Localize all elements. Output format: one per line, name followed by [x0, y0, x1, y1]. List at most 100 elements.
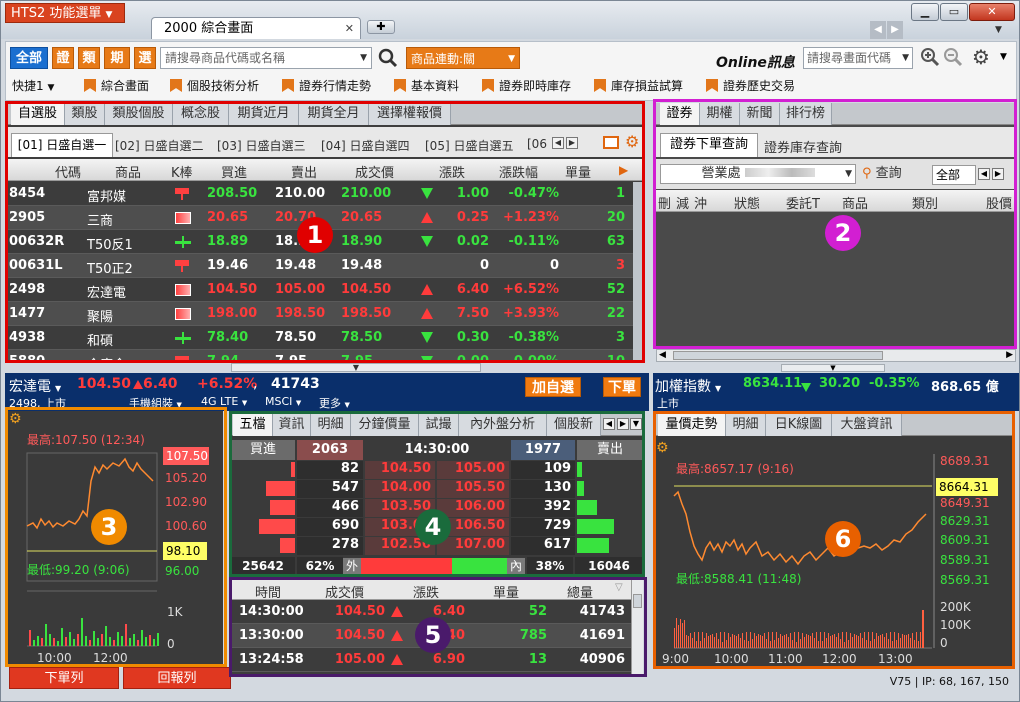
ticks-scrollbar[interactable] — [631, 580, 643, 676]
col-ask[interactable]: 賣出 — [291, 162, 317, 181]
order-button[interactable]: 下單 — [603, 377, 641, 397]
col-reduce[interactable]: 減 — [676, 193, 689, 212]
col-unit-volume[interactable]: 單量 — [493, 582, 519, 601]
splitter-handle-horizontal[interactable]: ▼ — [231, 363, 481, 372]
subtab-list-6[interactable]: [06 — [527, 137, 549, 151]
tab-scroll-right-button[interactable]: ▶ — [887, 21, 903, 39]
page-search-input[interactable]: 請搜尋畫面代碼 ▼ — [803, 47, 913, 69]
query-button[interactable]: ⚲ 查詢 — [862, 164, 922, 184]
table-row[interactable]: 1477 聚陽 198.00 198.50 198.50 7.50 +3.93% 22 — [7, 302, 633, 326]
subtab-list-2[interactable]: [02] 日盛自選二 — [115, 137, 203, 154]
col-code[interactable]: 代碼 — [55, 162, 81, 181]
table-row[interactable]: 00631L T50正2 19.46 19.48 19.48 0 0 3 — [7, 254, 633, 278]
orders-hscrollbar[interactable]: ◀ ▶ — [656, 349, 1016, 362]
col-time[interactable]: 時間 — [255, 582, 281, 601]
zoom-out-icon[interactable] — [943, 47, 963, 71]
splitter-handle-right[interactable]: ▼ — [781, 364, 885, 372]
minimize-button[interactable]: ▁ — [911, 3, 939, 21]
col-change[interactable]: 漲跌 — [439, 162, 465, 181]
search-input[interactable]: 請搜尋商品代碼或名稱 ▼ — [160, 47, 372, 69]
tab-watchlist[interactable]: 自選股 — [11, 103, 65, 125]
watchlist-scrollbar[interactable] — [633, 182, 643, 361]
category-futures-button[interactable]: 期 — [104, 47, 130, 69]
subtab-next-button[interactable]: ▶ — [566, 137, 578, 149]
tab-sector[interactable]: 類股 — [65, 103, 105, 125]
quick-link-technical[interactable]: 個股技術分析 — [170, 78, 259, 94]
tab-info[interactable]: 資訊 — [273, 414, 311, 436]
maximize-button[interactable]: ▭ — [940, 3, 968, 21]
quick-link-trend[interactable]: 證券行情走勢 — [282, 78, 371, 94]
close-window-button[interactable]: ✕ — [969, 3, 1015, 21]
category-stock-button[interactable]: 證 — [52, 47, 74, 69]
book-row[interactable]: 82 104.50 105.00 109 — [231, 460, 643, 479]
tag-msci[interactable]: MSCI ▼ — [265, 395, 301, 408]
quick-set-selector[interactable]: 快捷1 ▼ — [12, 78, 54, 96]
add-tab-button[interactable]: ✚ — [367, 20, 395, 34]
quick-link-history[interactable]: 證券歷史交易 — [706, 78, 795, 94]
online-message-label[interactable]: Online訊息 — [716, 52, 795, 72]
quick-link-inventory[interactable]: 證券即時庫存 — [482, 78, 571, 94]
table-row[interactable]: 4938 和碩 78.40 78.50 78.50 0.30 -0.38% 3 — [7, 326, 633, 350]
stock-name-selector[interactable]: 宏達電 ▼ — [9, 376, 61, 396]
index-name-selector[interactable]: 加權指數 ▼ — [655, 376, 721, 396]
tabs-prev-button[interactable]: ◀ — [603, 418, 615, 430]
subtab-inventory-query[interactable]: 證券庫存查詢 — [764, 137, 842, 156]
col-product[interactable]: 商品 — [842, 193, 868, 212]
tab-scroll-left-button[interactable]: ◀ — [870, 21, 886, 39]
export-icon[interactable] — [603, 136, 619, 149]
window-options-icon[interactable]: ▼ — [995, 25, 1002, 35]
col-name[interactable]: 商品 — [115, 162, 141, 181]
subtab-prev-button[interactable]: ◀ — [552, 137, 564, 149]
scroll-thumb[interactable] — [673, 351, 883, 360]
scroll-thumb[interactable] — [633, 594, 642, 608]
close-icon[interactable]: ✕ — [345, 18, 354, 40]
subtab-list-3[interactable]: [03] 日盛自選三 — [217, 137, 305, 154]
subtab-list-1[interactable]: [01] 日盛自選一 — [11, 133, 113, 157]
tab-options[interactable]: 選擇權報價 — [369, 103, 451, 125]
chevron-down-icon[interactable]: ▼ — [360, 48, 367, 68]
tab-sector-stocks[interactable]: 類股個股 — [105, 103, 173, 125]
branch-select[interactable]: 營業處 ▼ — [660, 164, 856, 184]
tab-news[interactable]: 新聞 — [740, 103, 780, 125]
subtab-list-5[interactable]: [05] 日盛自選五 — [425, 137, 513, 154]
tab-main-window[interactable]: 2000 綜合畫面 ✕ — [151, 17, 361, 39]
chevron-right-icon[interactable]: ▶ — [1006, 350, 1013, 360]
filter-prev-button[interactable]: ◀ — [978, 168, 990, 180]
tag-4g[interactable]: 4G LTE ▼ — [201, 395, 247, 408]
col-status[interactable]: 狀態 — [734, 193, 760, 212]
search-icon[interactable] — [376, 46, 400, 70]
tab-in-out-analysis[interactable]: 內外盤分析 — [459, 414, 547, 436]
book-row[interactable]: 547 104.00 105.50 130 — [231, 479, 643, 498]
chevron-left-icon[interactable]: ◀ — [659, 350, 666, 360]
tag-handset[interactable]: 手機組裝 ▼ — [129, 395, 182, 411]
tabs-menu-button[interactable]: ▼ — [630, 418, 642, 430]
subtab-list-4[interactable]: [04] 日盛自選四 — [321, 137, 409, 154]
col-total-volume[interactable]: 總量 — [567, 582, 593, 601]
chevron-right-icon[interactable]: ▶ — [619, 163, 628, 177]
col-stock-price[interactable]: 股價 — [986, 193, 1012, 212]
table-row[interactable]: 5880 合庫金 7.94 7.95 7.95 0.00-0.00% 10 — [7, 350, 633, 361]
col-kbar[interactable]: K棒 — [171, 162, 193, 181]
filter-next-button[interactable]: ▶ — [992, 168, 1004, 180]
tab-trial-match[interactable]: 試撮 — [419, 414, 459, 436]
col-trade-price[interactable]: 成交價 — [325, 582, 364, 601]
col-order-time[interactable]: 委託T — [786, 193, 820, 212]
col-volume[interactable]: 單量 — [565, 162, 591, 181]
table-row[interactable]: 2498 宏達電 104.50 105.00 104.50 6.40 +6.52% 52 — [7, 278, 633, 302]
tab-futures-all[interactable]: 期貨全月 — [299, 103, 369, 125]
tag-more[interactable]: 更多 ▼ — [319, 395, 350, 411]
col-offset[interactable]: 沖 — [694, 193, 707, 212]
subtab-order-query[interactable]: 證券下單查詢 — [660, 133, 758, 157]
col-delete[interactable]: 刪 — [658, 193, 671, 212]
add-watchlist-button[interactable]: 加自選 — [525, 377, 581, 397]
category-sector-button[interactable]: 類 — [78, 47, 100, 69]
tab-stock-news[interactable]: 個股新 — [547, 414, 601, 436]
table-row[interactable]: 8454 富邦媒 208.50 210.00 210.00 1.00 -0.47% 1 — [7, 182, 633, 206]
tab-futures-near[interactable]: 期貨近月 — [229, 103, 299, 125]
gear-icon[interactable]: ⚙ — [972, 46, 990, 68]
tab-detail[interactable]: 明細 — [311, 414, 351, 436]
tab-futures-options[interactable]: 期權 — [700, 103, 740, 125]
tab-minute-volume[interactable]: 分鐘價量 — [351, 414, 419, 436]
quick-link-overview[interactable]: 綜合畫面 — [84, 78, 149, 94]
zoom-in-icon[interactable] — [920, 47, 940, 71]
